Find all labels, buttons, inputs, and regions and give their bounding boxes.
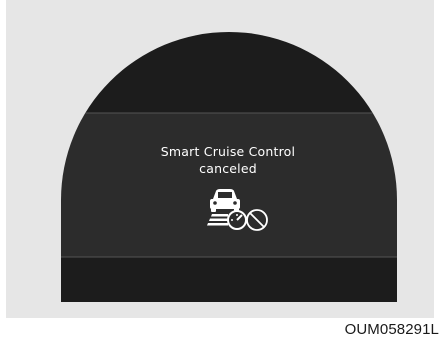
speedometer-icon	[227, 210, 247, 230]
message-line-1: Smart Cruise Control	[160, 144, 296, 159]
top-band	[61, 32, 397, 113]
distance-bars-icon	[207, 214, 228, 226]
smart-cruise-canceled-icon	[204, 187, 274, 235]
screen-main	[61, 113, 397, 257]
figure-caption: OUM058291L	[344, 321, 439, 338]
bottom-band	[61, 257, 397, 302]
cruise-control-message: Smart Cruise Control canceled	[128, 143, 328, 177]
canceled-sign-icon	[246, 209, 268, 231]
message-line-2: canceled	[199, 161, 257, 176]
